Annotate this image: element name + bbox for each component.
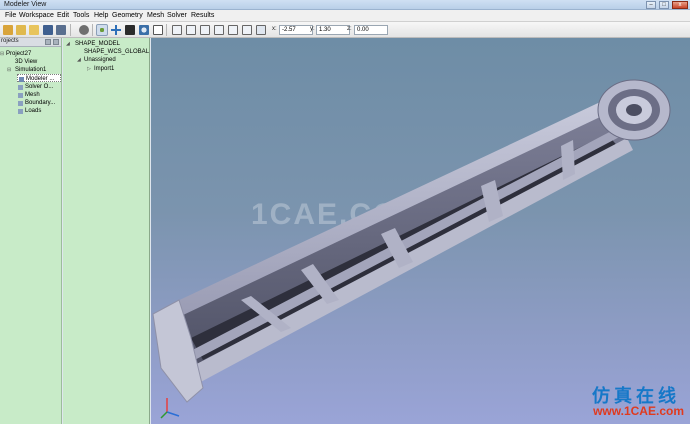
main-toolbar: x: -2.57 y: 1.30 z: 0.00 [0,22,690,38]
x-coord-field[interactable]: -2.57 [279,25,313,35]
y-coord-field[interactable]: 1.30 [316,25,350,35]
3d-viewport[interactable]: 1CAE.COM 仿真在线 www.1CAE.com [151,38,690,424]
cad-model[interactable] [151,38,690,424]
view-iso-icon[interactable] [256,25,266,35]
panel-close-button[interactable] [53,39,59,45]
z-coord-field[interactable]: 0.00 [354,25,388,35]
folder-icon[interactable] [29,25,39,35]
projects-panel: rojects ⊟ Project27 3D View ⊟ Simulation… [0,38,62,424]
menu-solver[interactable]: Solver [167,12,187,19]
mesh-icon [18,93,23,98]
solver-icon [18,85,23,90]
brand-watermark: 仿真在线 www.1CAE.com [566,382,686,422]
model-tree-panel: ◢ SHAPE_MODEL SHAPE_WCS_GLOBAL ◢ Unassig… [63,38,150,424]
menu-workspace[interactable]: Workspace [19,12,54,19]
panel-float-button[interactable] [45,39,51,45]
menu-geometry[interactable]: Geometry [112,12,143,19]
title-bar: Modeler View – □ x [0,0,690,10]
view-front-icon[interactable] [172,25,182,35]
maximize-button[interactable]: □ [659,1,669,9]
modeler-icon [19,77,24,82]
boundary-icon [18,101,23,106]
new-project-icon[interactable] [3,25,13,35]
view-right-icon[interactable] [214,25,224,35]
loads-icon [18,109,23,114]
minimize-button[interactable]: – [646,1,656,9]
toolbar-separator [70,24,71,36]
collapsed-arrow-icon[interactable]: ▷ [87,65,91,73]
projects-panel-title: rojects [1,38,19,44]
menu-tools[interactable]: Tools [73,12,89,19]
save-as-icon[interactable] [56,25,66,35]
tree-item-modeler[interactable]: Modeler ... [17,74,61,82]
open-folder-icon[interactable] [16,25,26,35]
view-top-icon[interactable] [228,25,238,35]
menu-results[interactable]: Results [191,12,214,19]
rib [561,140,575,180]
pan-icon[interactable] [111,25,121,35]
menu-mesh[interactable]: Mesh [147,12,164,19]
brand-url-text: www.1CAE.com [593,404,684,418]
select-pointer-icon[interactable] [153,25,163,35]
close-button[interactable]: x [672,1,688,9]
projects-panel-header: rojects [0,38,61,47]
render-icon[interactable] [79,25,89,35]
collapse-icon[interactable]: ⊟ [7,66,11,74]
view-left-icon[interactable] [200,25,210,35]
expand-arrow-icon[interactable]: ◢ [77,56,81,64]
hub-center [626,104,642,116]
axis-triad-icon [160,398,180,419]
beam-upper-flange [171,96,619,316]
y-coord-label: y: [310,26,315,32]
x-coord-label: x: [272,26,277,32]
menu-help[interactable]: Help [94,12,108,19]
menu-edit[interactable]: Edit [57,12,69,19]
collapse-icon[interactable]: ⊟ [0,50,4,58]
z-coord-label: z: [347,26,352,32]
menu-file[interactable]: File [5,12,16,19]
view-back-icon[interactable] [186,25,196,35]
view-bottom-icon[interactable] [242,25,252,35]
menu-bar: File Workspace Edit Tools Help Geometry … [0,10,690,22]
toolbar-separator [92,24,93,36]
zoom-icon[interactable] [139,25,149,35]
fit-view-icon[interactable] [125,25,135,35]
toolbar-separator [166,24,167,36]
window-title: Modeler View [4,1,47,8]
rotate-icon[interactable] [96,24,108,36]
save-icon[interactable] [43,25,53,35]
expand-arrow-icon[interactable]: ◢ [66,40,70,48]
